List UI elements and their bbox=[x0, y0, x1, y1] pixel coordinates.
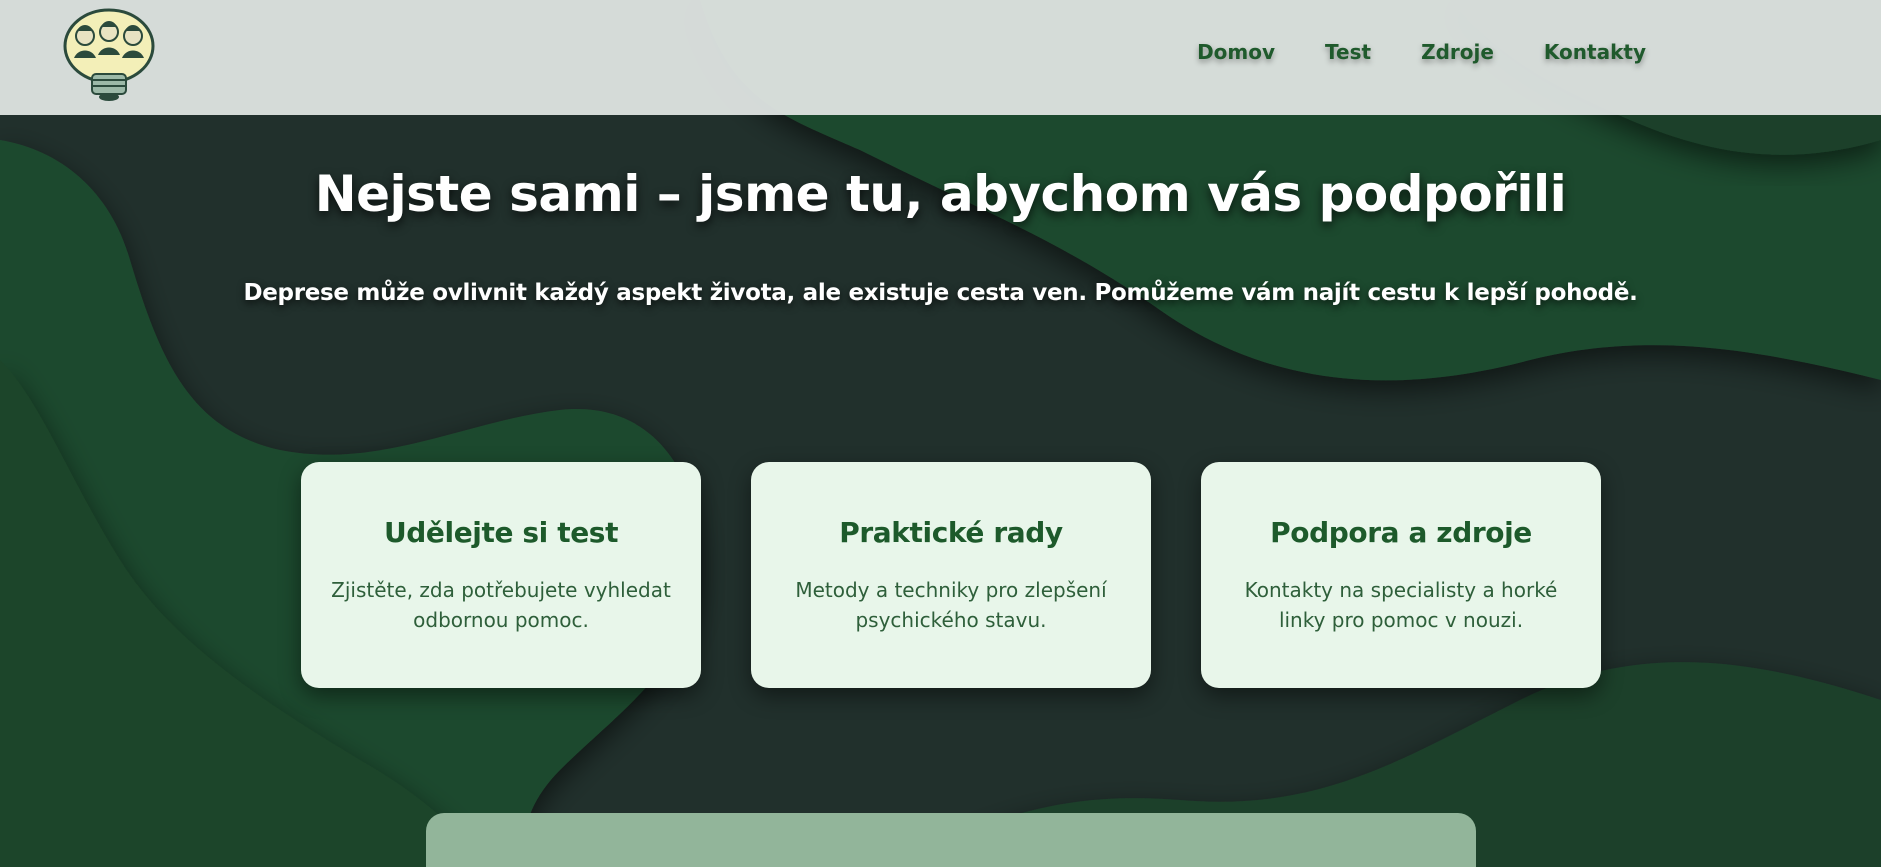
background-waves bbox=[0, 0, 1881, 867]
card-title: Podpora a zdroje bbox=[1270, 516, 1532, 549]
bottom-panel bbox=[426, 813, 1476, 867]
main-nav: Domov Test Zdroje Kontakty bbox=[1197, 40, 1646, 64]
nav-item-domov[interactable]: Domov bbox=[1197, 40, 1275, 64]
hero-title: Nejste sami – jsme tu, abychom vás podpo… bbox=[314, 165, 1567, 223]
hero-subtitle: Deprese může ovlivnit každý aspekt život… bbox=[243, 280, 1638, 306]
card-text: Zjistěte, zda potřebujete vyhledat odbor… bbox=[331, 578, 671, 632]
card-title: Udělejte si test bbox=[383, 516, 619, 549]
card-text: Metody a techniky pro zlepšení psychické… bbox=[795, 578, 1107, 632]
site-header: Domov Test Zdroje Kontakty bbox=[0, 0, 1881, 115]
lightbulb-people-logo-icon[interactable] bbox=[62, 8, 156, 102]
card-title: Praktické rady bbox=[839, 516, 1063, 549]
card-text: Kontakty na specialisty a horké linky pr… bbox=[1244, 578, 1558, 632]
nav-item-kontakty[interactable]: Kontakty bbox=[1544, 40, 1646, 64]
nav-item-test[interactable]: Test bbox=[1325, 40, 1371, 64]
nav-item-zdroje[interactable]: Zdroje bbox=[1421, 40, 1494, 64]
card-practical-tips[interactable]: Praktické rady Metody a techniky pro zle… bbox=[751, 462, 1151, 688]
card-test[interactable]: Udělejte si test Zjistěte, zda potřebuje… bbox=[301, 462, 701, 688]
card-support-resources[interactable]: Podpora a zdroje Kontakty na specialisty… bbox=[1201, 462, 1601, 688]
